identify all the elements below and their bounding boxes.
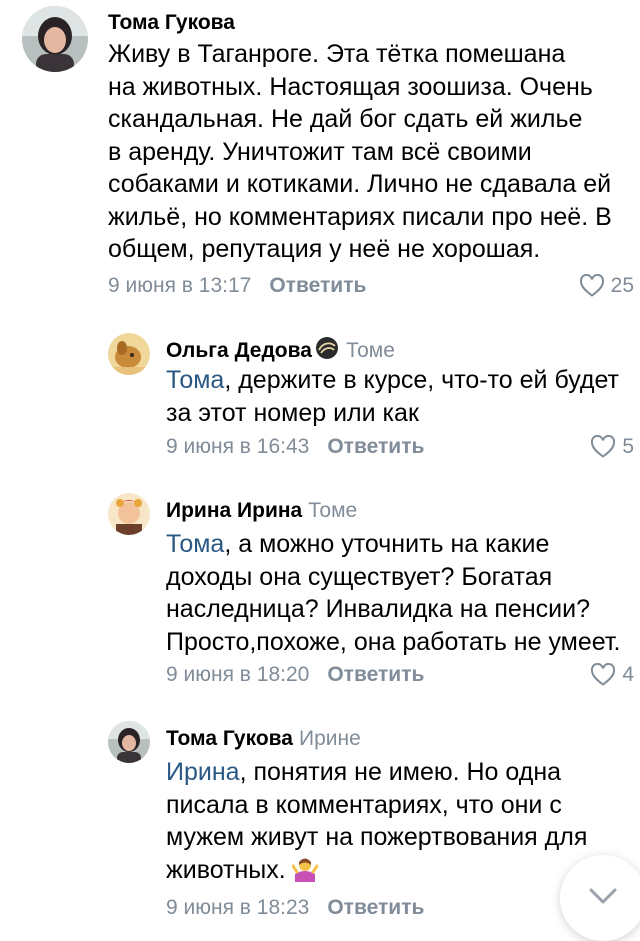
mention-link[interactable]: Тома xyxy=(166,530,224,558)
author-line: Тома Гукова Ирине xyxy=(166,726,361,752)
woman-avatar-icon xyxy=(22,6,88,72)
comment-meta: 9 июня в 16:43 Ответить xyxy=(166,434,424,460)
reply-button[interactable]: Ответить xyxy=(327,663,424,686)
reply-to[interactable]: Томе xyxy=(346,339,395,362)
comment-date: 9 июня в 18:20 xyxy=(166,663,310,686)
comment-date: 9 июня в 18:23 xyxy=(166,896,310,919)
scroll-down-button[interactable] xyxy=(560,855,640,941)
like-button[interactable]: 5 xyxy=(590,434,634,460)
like-count: 5 xyxy=(622,435,634,458)
woman-avatar-icon xyxy=(108,721,150,763)
reply-button[interactable]: Ответить xyxy=(327,896,424,919)
comment-text: Ирина, понятия не имею. Но одна писала в… xyxy=(166,756,587,890)
heart-outline-icon xyxy=(590,663,616,687)
verified-badge-icon xyxy=(314,336,340,367)
comment-text: Тома, а можно уточнить на какие доходы о… xyxy=(166,528,620,658)
dog-avatar-icon xyxy=(108,333,150,375)
like-button[interactable]: 4 xyxy=(590,662,634,688)
author-name[interactable]: Ирина Ирина xyxy=(166,499,302,522)
like-count: 25 xyxy=(610,274,634,297)
like-button[interactable]: 25 xyxy=(579,273,634,299)
reply-to[interactable]: Ирине xyxy=(299,727,361,750)
author-avatar[interactable] xyxy=(108,493,150,535)
author-line: Ирина Ирина Томе xyxy=(166,498,357,524)
author-name[interactable]: Ольга Дедова xyxy=(166,339,312,362)
author-avatar[interactable] xyxy=(108,333,150,375)
comment-text: Живу в Таганроге. Эта тётка помешана на … xyxy=(108,40,612,263)
comment-meta: 9 июня в 18:23 Ответить xyxy=(166,895,424,921)
comment-text: Тома, держите в курсе, что-то ей будет з… xyxy=(166,364,619,429)
author-line: Ольга Дедова Томе xyxy=(166,336,395,367)
comment-body: , а можно уточнить на какие доходы она с… xyxy=(166,530,621,656)
mention-link[interactable]: Тома xyxy=(166,366,224,394)
mention-link[interactable]: Ирина xyxy=(166,758,240,786)
doll-avatar-icon xyxy=(108,493,150,535)
comment-meta: 9 июня в 13:17 Ответить xyxy=(108,273,366,299)
author-name[interactable]: Тома Гукова xyxy=(108,11,235,34)
comment-meta: 9 июня в 18:20 Ответить xyxy=(166,662,424,688)
heart-outline-icon xyxy=(590,435,616,459)
author-avatar[interactable] xyxy=(22,6,88,72)
author-name[interactable]: Тома Гукова xyxy=(166,727,293,750)
reply-button[interactable]: Ответить xyxy=(327,435,424,458)
comment-date: 9 июня в 16:43 xyxy=(166,435,310,458)
like-count: 4 xyxy=(622,663,634,686)
author-line: Тома Гукова xyxy=(108,10,235,36)
heart-outline-icon xyxy=(579,274,605,298)
person-shrugging-emoji-icon xyxy=(291,856,319,891)
author-avatar[interactable] xyxy=(108,721,150,763)
comment-date: 9 июня в 13:17 xyxy=(108,274,252,297)
chevron-down-icon xyxy=(588,887,618,910)
reply-button[interactable]: Ответить xyxy=(269,274,366,297)
comment-body: , держите в курсе, что-то ей будет за эт… xyxy=(166,366,619,427)
reply-to[interactable]: Томе xyxy=(308,499,357,522)
